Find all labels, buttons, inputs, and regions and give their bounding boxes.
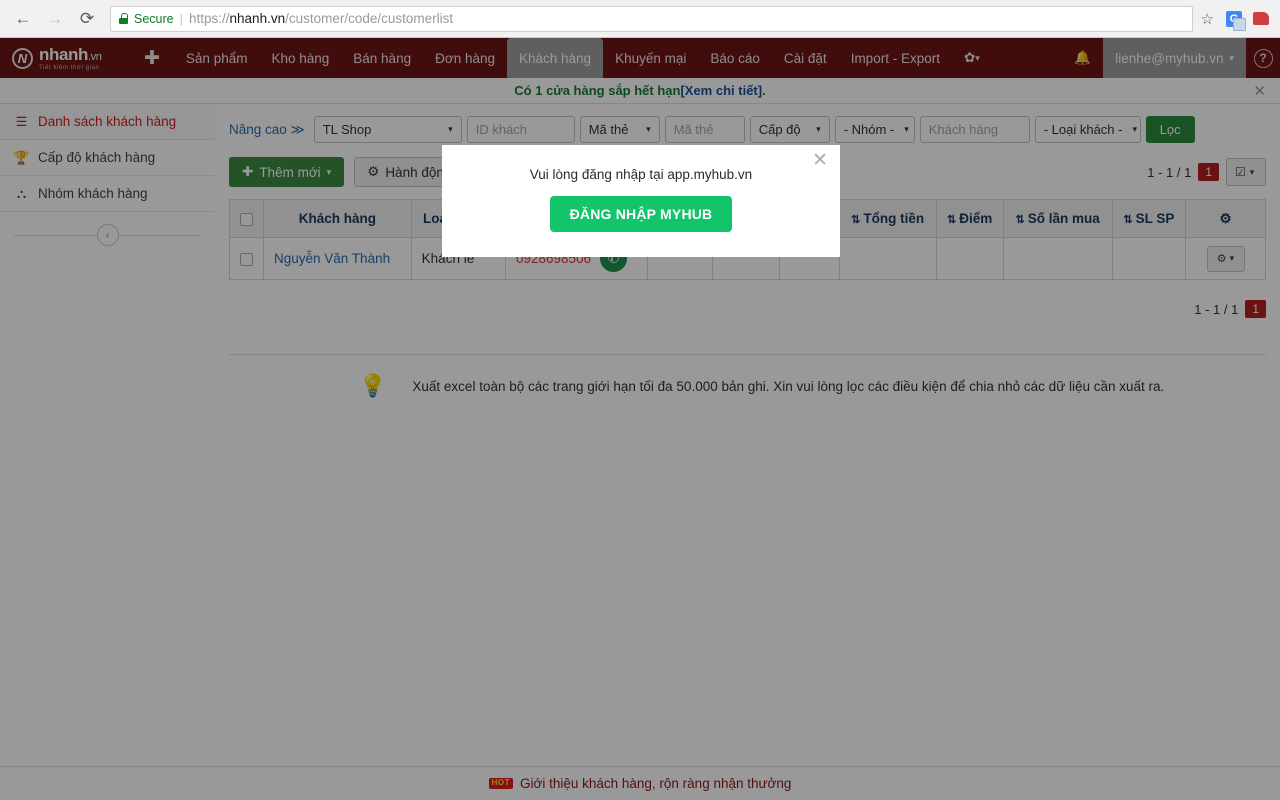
forward-icon: → <box>46 8 64 28</box>
login-modal: ✕ Vui lòng đăng nhập tại app.myhub.vn ĐĂ… <box>442 145 840 257</box>
extension-icon[interactable] <box>1250 8 1272 30</box>
page-viewport: N nhanh.vn Tiết kiệm thời gian ✚ Sản phẩ… <box>0 38 1280 800</box>
security-label: Secure <box>134 11 174 26</box>
back-icon[interactable]: ← <box>8 4 38 34</box>
address-bar[interactable]: Secure | https://nhanh.vn/customer/code/… <box>110 5 1193 32</box>
omnibox-divider: | <box>179 11 183 26</box>
login-myhub-button[interactable]: ĐĂNG NHẬP MYHUB <box>549 196 733 232</box>
close-icon[interactable]: ✕ <box>812 151 828 170</box>
bookmark-star-icon[interactable]: ☆ <box>1201 10 1214 28</box>
browser-toolbar: ← → ⟳ Secure | https://nhanh.vn/customer… <box>0 0 1280 38</box>
modal-message: Vui lòng đăng nhập tại app.myhub.vn <box>529 167 753 182</box>
url-text: https://nhanh.vn/customer/code/customerl… <box>189 11 454 26</box>
lock-icon <box>119 13 128 24</box>
reload-icon[interactable]: ⟳ <box>72 4 102 34</box>
google-translate-icon[interactable]: G <box>1223 8 1246 31</box>
